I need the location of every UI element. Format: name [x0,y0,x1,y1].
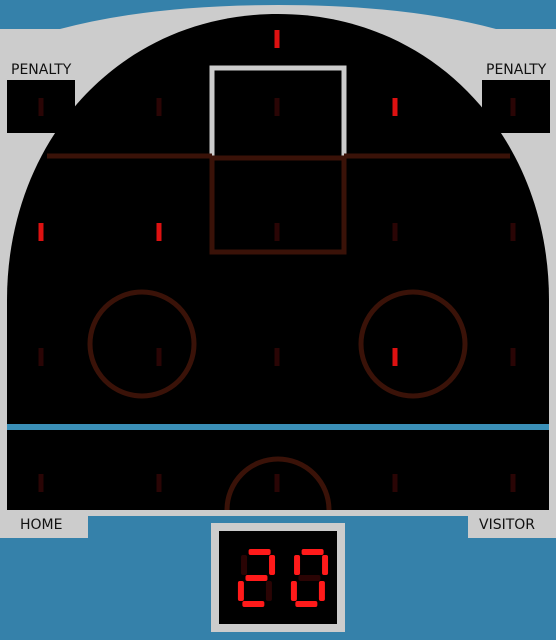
lamp-unlit [156,98,162,116]
clock-segment-a [248,549,271,555]
lamp-unlit [274,98,280,116]
clock-segment-d [242,601,265,607]
lamp-unlit [274,223,280,241]
scoreboard: PENALTY PENALTY HOME VISITOR [0,0,556,640]
lamp-lit [392,348,398,366]
lamp-unlit [510,348,516,366]
lamp-unlit [510,98,516,116]
lamp-unlit [510,474,516,492]
lamp-unlit [274,474,280,492]
clock-segment-e [237,581,244,601]
clock-segment-f [241,555,248,575]
clock-segment-c [265,581,272,601]
penalty-label-right: PENALTY [486,62,547,78]
clock-segment-g [298,575,321,581]
clock-segment-c [318,581,325,601]
clock-segment-a [301,549,324,555]
lamp-unlit [156,348,162,366]
hockey-rink-board [0,5,556,632]
lamp-unlit [274,348,280,366]
penalty-box-right [482,80,550,133]
lamp-lit [392,98,398,116]
clock-segment-b [322,555,329,575]
lamp-lit [38,223,44,241]
lamp-unlit [156,474,162,492]
lamp-unlit [38,474,44,492]
clock-segment-f [294,555,301,575]
lamp-unlit [38,98,44,116]
clock-segment-e [290,581,297,601]
penalty-label-left: PENALTY [11,62,72,78]
clock-segment-g [245,575,268,581]
lamp-unlit [392,474,398,492]
lamp-unlit [38,348,44,366]
lamp-lit [156,223,162,241]
clock-segment-d [295,601,318,607]
home-label: HOME [20,517,63,533]
clock-segment-b [269,555,276,575]
lamp-unlit [392,223,398,241]
visitor-label: VISITOR [479,517,536,533]
lamp-unlit [510,223,516,241]
lamp-lit [274,30,280,48]
